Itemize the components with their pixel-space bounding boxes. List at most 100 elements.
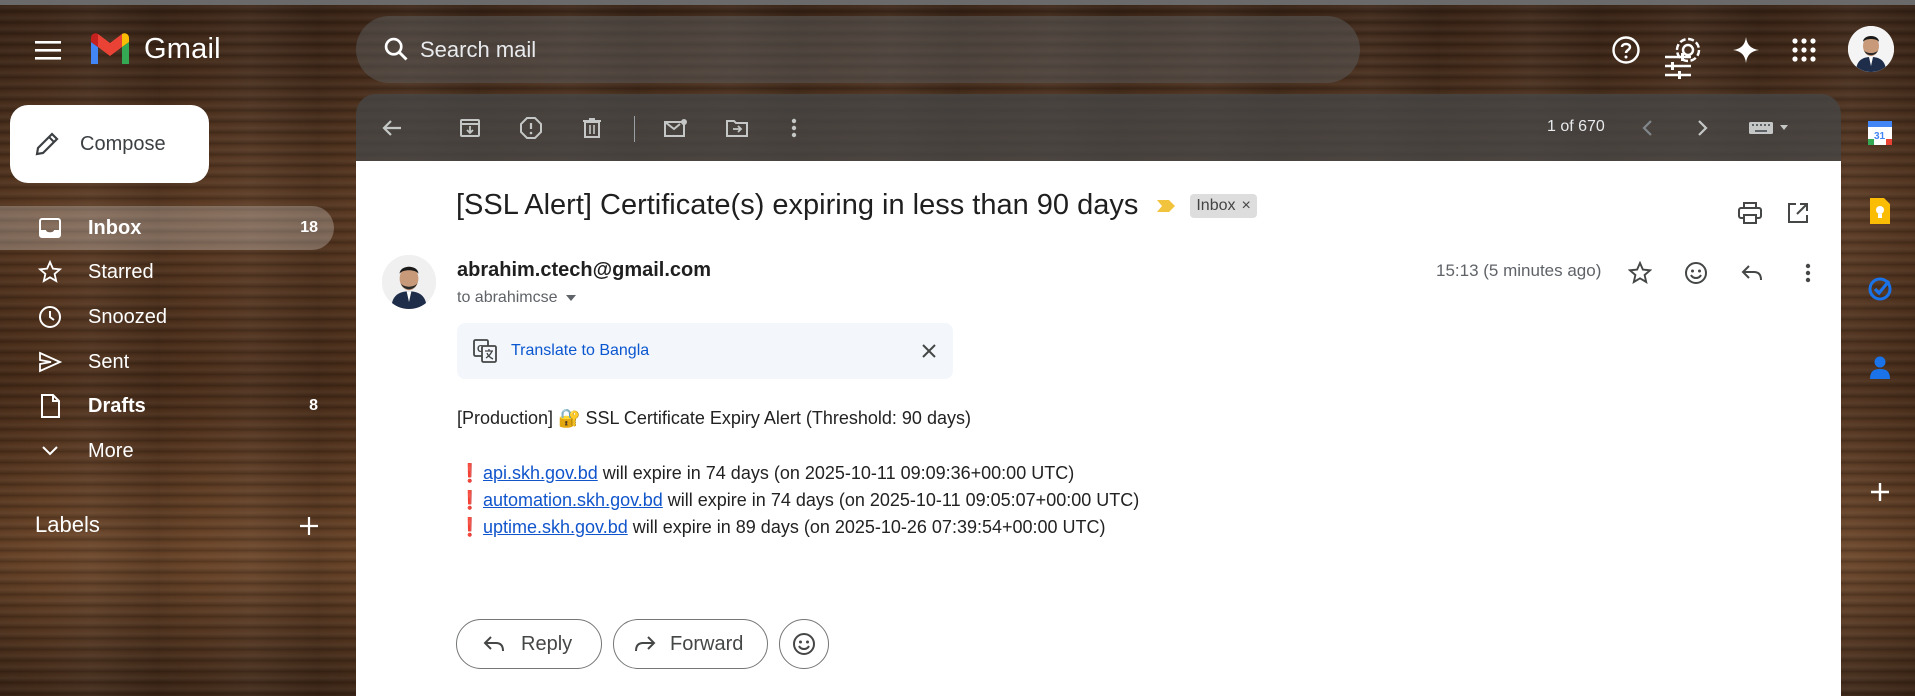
reply-icon-button[interactable]	[1732, 253, 1772, 293]
plus-icon	[1871, 483, 1889, 501]
alert-icon: ❗	[458, 463, 482, 483]
archive-icon	[460, 119, 480, 137]
gmail-logo[interactable]: Gmail	[88, 32, 221, 66]
domain-link[interactable]: api.skh.gov.bd	[483, 463, 598, 483]
forward-icon	[635, 636, 656, 652]
support-button[interactable]	[1602, 26, 1650, 74]
search-button[interactable]	[372, 25, 420, 73]
sidebar-item-sent[interactable]: Sent	[0, 340, 334, 384]
email-timestamp: 15:13 (5 minutes ago)	[1436, 261, 1602, 280]
sidebar-item-starred[interactable]: Starred	[0, 250, 334, 294]
app-name: Gmail	[144, 32, 221, 65]
alert-text: will expire in 74 days (on 2025-10-11 09…	[597, 463, 1075, 483]
recipients-text: to abrahimcse	[457, 289, 558, 306]
report-spam-button[interactable]	[511, 108, 551, 148]
email-intro: [Production] 🔐 SSL Certificate Expiry Al…	[457, 408, 971, 428]
message-view: [SSL Alert] Certificate(s) expiring in l…	[356, 161, 1841, 696]
search-bar[interactable]	[356, 16, 1691, 83]
recipients-details[interactable]: to abrahimcse	[457, 289, 576, 307]
send-icon	[39, 351, 62, 373]
remove-label-button[interactable]: ×	[1242, 197, 1251, 215]
close-translate-button[interactable]	[913, 335, 945, 367]
tasks-icon	[1868, 277, 1892, 301]
emoji-reaction-button[interactable]	[779, 619, 829, 669]
create-label-button[interactable]	[293, 506, 325, 546]
alert-text: will expire in 89 days (on 2025-10-26 07…	[627, 517, 1106, 537]
star-icon	[38, 260, 62, 283]
delete-button[interactable]	[572, 108, 612, 148]
message-toolbar: 1 of 670	[356, 94, 1841, 161]
window-top-border	[0, 0, 1915, 5]
contacts-app-button[interactable]	[1862, 349, 1898, 385]
gmail-m-icon	[91, 33, 129, 64]
plus-icon	[300, 517, 318, 535]
newer-button[interactable]	[1627, 108, 1667, 148]
label-chip-inbox: Inbox ×	[1190, 193, 1257, 218]
label-chip-text: Inbox	[1196, 196, 1236, 214]
more-actions-button[interactable]	[774, 108, 814, 148]
clock-icon	[39, 306, 61, 328]
sidebar-item-more[interactable]: More	[0, 429, 334, 473]
star-button[interactable]	[1620, 253, 1660, 293]
older-button[interactable]	[1683, 108, 1723, 148]
sender-avatar[interactable]	[382, 255, 436, 309]
pencil-icon	[35, 132, 59, 156]
user-photo-icon	[382, 255, 436, 309]
arrow-back-icon	[382, 120, 401, 136]
add-reaction-button[interactable]	[1676, 253, 1716, 293]
open-new-window-button[interactable]	[1780, 195, 1816, 231]
sidebar-item-label: More	[88, 439, 134, 462]
back-button[interactable]	[372, 108, 412, 148]
email-subject-row: [SSL Alert] Certificate(s) expiring in l…	[456, 189, 1257, 222]
settings-button[interactable]	[1664, 26, 1712, 74]
forward-label: Forward	[670, 632, 744, 655]
get-addons-button[interactable]	[1862, 474, 1898, 510]
search-input[interactable]	[418, 34, 1222, 66]
calendar-app-button[interactable]: 31	[1862, 115, 1898, 151]
emoji-icon	[1685, 262, 1707, 284]
alert-line: ❗automation.skh.gov.bd will expire in 74…	[457, 487, 1139, 514]
gear-icon	[1675, 37, 1701, 63]
help-icon	[1612, 36, 1640, 64]
mark-unread-button[interactable]	[656, 108, 696, 148]
labels-heading: Labels	[35, 512, 100, 537]
compose-button[interactable]: Compose	[10, 105, 209, 183]
more-vert-icon	[791, 118, 797, 138]
keep-app-button[interactable]	[1862, 193, 1898, 229]
close-icon	[922, 344, 936, 358]
translate-link[interactable]: Translate to Bangla	[511, 342, 649, 360]
keyboard-icon	[1749, 122, 1788, 134]
tasks-app-button[interactable]	[1862, 271, 1898, 307]
message-more-button[interactable]	[1788, 253, 1828, 293]
domain-link[interactable]: uptime.skh.gov.bd	[483, 517, 628, 537]
sender-email[interactable]: abrahim.ctech@gmail.com	[457, 259, 711, 282]
gemini-button[interactable]	[1722, 26, 1770, 74]
more-vert-icon	[1805, 263, 1811, 283]
print-all-button[interactable]	[1732, 195, 1768, 231]
reply-button[interactable]: Reply	[456, 619, 602, 669]
sidebar-item-drafts[interactable]: Drafts 8	[0, 384, 334, 428]
alert-text: will expire in 74 days (on 2025-10-11 09…	[662, 490, 1140, 510]
sidebar-item-snoozed[interactable]: Snoozed	[0, 295, 334, 339]
archive-button[interactable]	[450, 108, 490, 148]
chevron-down-icon	[42, 446, 58, 456]
forward-button[interactable]: Forward	[613, 619, 768, 669]
unread-count: 18	[300, 219, 318, 236]
pagination-count: 1 of 670	[1547, 118, 1605, 135]
email-body: [Production] 🔐 SSL Certificate Expiry Al…	[457, 405, 1139, 541]
move-to-button[interactable]	[717, 108, 757, 148]
sidebar-item-label: Drafts	[88, 394, 146, 417]
domain-link[interactable]: automation.skh.gov.bd	[483, 490, 663, 510]
apps-grid-icon	[1792, 38, 1816, 62]
sidebar-item-inbox[interactable]: Inbox 18	[0, 206, 334, 250]
input-tools-button[interactable]	[1740, 108, 1800, 148]
sparkle-icon	[1733, 37, 1759, 63]
google-apps-button[interactable]	[1780, 26, 1828, 74]
account-avatar[interactable]	[1848, 26, 1894, 72]
sidebar-item-label: Inbox	[88, 216, 142, 239]
hamburger-icon	[35, 41, 61, 60]
main-menu-button[interactable]	[24, 26, 72, 74]
important-marker-icon[interactable]	[1156, 199, 1176, 213]
sidebar-item-label: Starred	[88, 260, 154, 283]
emoji-icon	[793, 633, 815, 655]
